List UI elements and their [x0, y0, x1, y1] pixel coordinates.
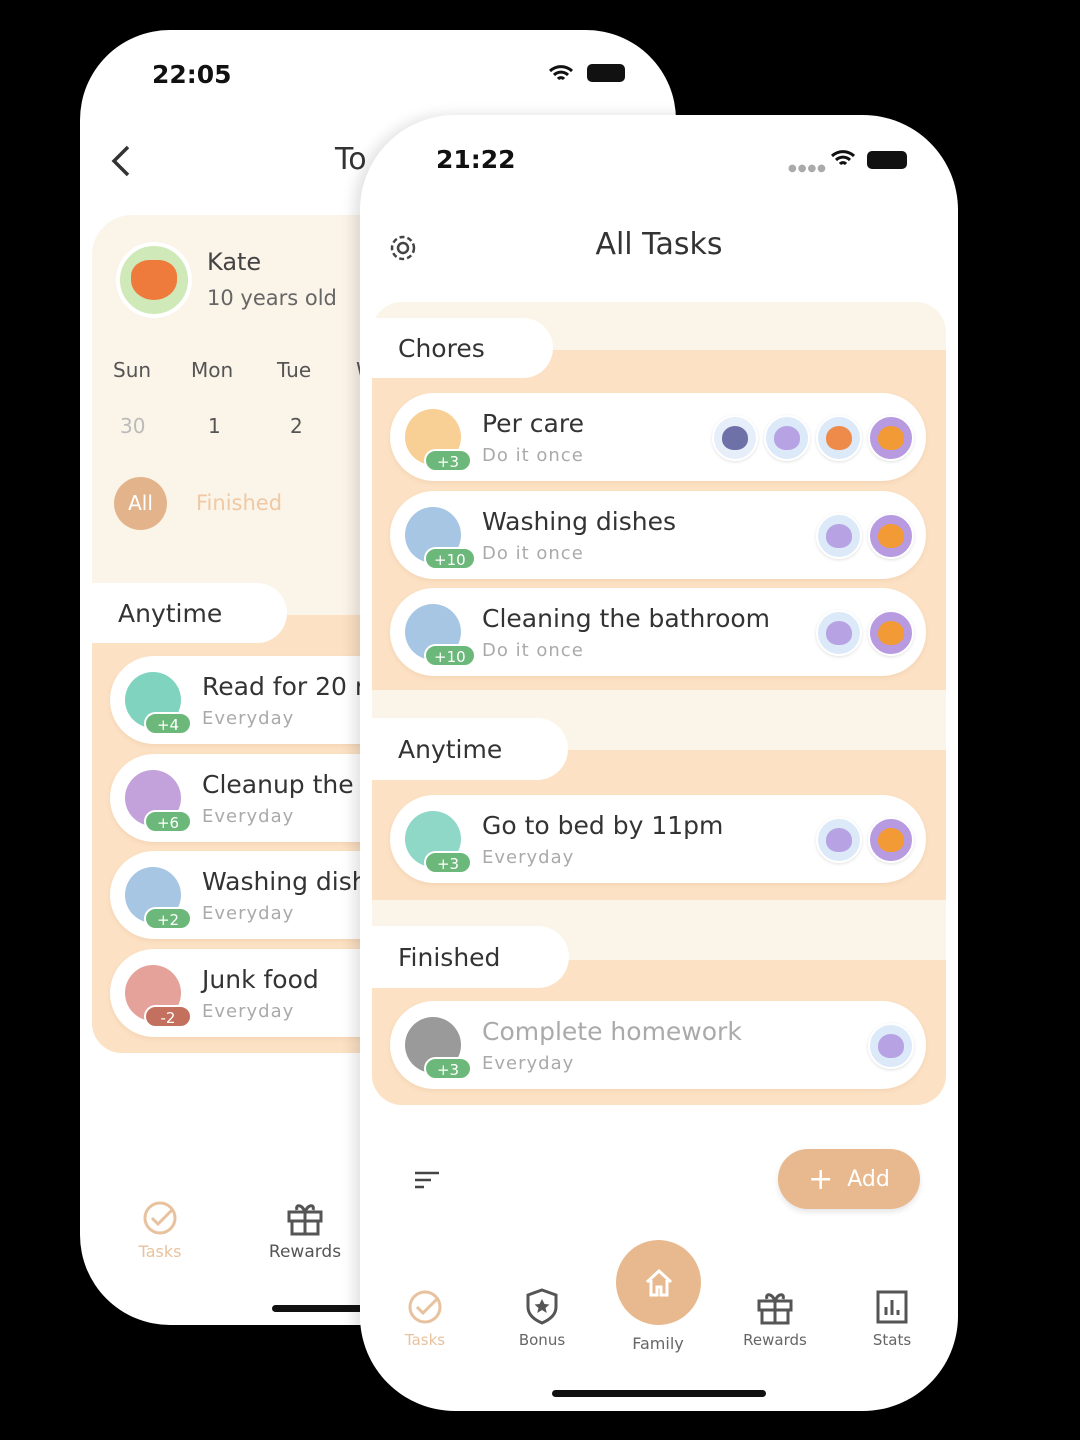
sort-icon[interactable] [414, 1171, 440, 1193]
page-title: To [335, 142, 367, 177]
task-frequency: Everyday [202, 1000, 295, 1022]
nav-rewards[interactable]: Rewards [260, 1200, 350, 1262]
back-arrow-icon[interactable] [110, 144, 134, 182]
battery-icon [587, 64, 625, 82]
task-frequency: Do it once [482, 445, 584, 466]
task-card[interactable]: +3 Per care Do it once [390, 393, 926, 481]
wifi-icon [548, 64, 574, 88]
nav-tasks-label: Tasks [404, 1331, 446, 1349]
task-title: Washing dishes [482, 506, 677, 536]
task-card[interactable]: +10 Washing dishes Do it once [390, 490, 926, 579]
avatar-tiger[interactable] [868, 512, 914, 559]
task-frequency: Everyday [202, 805, 295, 827]
nav-bonus-label: Bonus [518, 1331, 566, 1349]
points-badge: -2 [144, 1004, 192, 1028]
task-frequency: Do it once [482, 640, 584, 661]
page-title: All Tasks [595, 227, 723, 262]
date-1[interactable]: 1 [208, 414, 221, 438]
task-card[interactable]: +3 Complete homework Everyday [390, 1001, 926, 1089]
task-title: Read for 20 m [202, 672, 380, 701]
nav-rewards-label: Rewards [268, 1242, 342, 1262]
section-anytime: Anytime [92, 583, 287, 643]
shield-star-icon [526, 1288, 558, 1325]
section-chores: Chores [372, 318, 553, 378]
nav-family-label: Family [632, 1334, 684, 1353]
avatar-hippo[interactable] [816, 610, 862, 656]
filter-all[interactable]: All [114, 477, 167, 530]
bar-chart-icon [876, 1290, 908, 1324]
day-mon[interactable]: Mon [191, 358, 233, 382]
home-icon [645, 1268, 672, 1296]
task-card[interactable]: +10 Cleaning the bathroom Do it once [390, 588, 926, 676]
task-card[interactable]: +3 Go to bed by 11pm Everyday [390, 795, 926, 883]
task-frequency: Everyday [482, 847, 575, 868]
nav-tasks-label: Tasks [138, 1242, 182, 1261]
profile-name: Kate [207, 248, 262, 276]
avatar-koala[interactable] [712, 415, 758, 461]
nav-rewards-label: Rewards [743, 1331, 807, 1349]
avatar-hippo[interactable] [816, 512, 862, 559]
points-badge: +3 [424, 1057, 472, 1080]
task-title: Complete homework [482, 1017, 742, 1046]
nav-family[interactable]: Family [613, 1334, 703, 1353]
avatar-hippo[interactable] [764, 415, 810, 461]
avatar-hippo[interactable] [868, 1023, 914, 1069]
points-badge: +10 [424, 644, 476, 667]
points-badge: +2 [144, 907, 192, 930]
task-frequency: Everyday [482, 1053, 575, 1074]
task-title: Per care [482, 409, 584, 438]
task-frequency: Everyday [202, 708, 295, 729]
check-circle-icon [408, 1290, 442, 1324]
battery-icon [867, 151, 907, 169]
points-badge: +6 [144, 809, 192, 833]
profile-age: 10 years old [207, 286, 337, 310]
wifi-icon [830, 149, 856, 173]
avatar-tiger[interactable] [868, 817, 914, 863]
nav-stats-label: Stats [872, 1331, 912, 1349]
section-anytime: Anytime [372, 718, 568, 780]
home-indicator [552, 1390, 766, 1397]
section-finished: Finished [372, 926, 569, 988]
avatar-tiger[interactable] [868, 415, 914, 461]
task-title: Cleaning the bathroom [482, 604, 771, 633]
nav-bonus[interactable]: Bonus [497, 1287, 587, 1349]
task-frequency: Everyday [202, 903, 295, 924]
task-title: Washing dish [202, 867, 368, 896]
gift-icon [757, 1293, 793, 1325]
points-badge: +3 [424, 851, 472, 874]
day-sun[interactable]: Sun [113, 358, 151, 382]
points-badge: +10 [424, 546, 476, 570]
task-frequency: Do it once [482, 542, 584, 564]
task-title: Go to bed by 11pm [482, 811, 724, 840]
avatar-hippo[interactable] [816, 817, 862, 863]
day-tue[interactable]: Tue [277, 358, 311, 382]
nav-rewards[interactable]: Rewards [730, 1289, 820, 1349]
signal-dots-icon: ●●●● [788, 163, 827, 174]
points-badge: +4 [144, 712, 192, 735]
plus-icon: + [808, 1161, 834, 1197]
task-title: Cleanup the l [202, 769, 369, 799]
gift-icon [287, 1204, 323, 1236]
check-circle-icon [143, 1201, 177, 1235]
avatar-fox[interactable] [116, 242, 192, 318]
add-task-button[interactable]: + Add [778, 1149, 920, 1209]
front-phone-screen: 21:22 ●●●● All Tasks Chores Anytime Fini… [360, 115, 958, 1411]
family-home-button[interactable] [616, 1240, 701, 1325]
avatar-tiger[interactable] [868, 610, 914, 656]
avatar-deer[interactable] [816, 415, 862, 461]
status-time: 21:22 [436, 145, 516, 174]
points-badge: +3 [424, 449, 472, 472]
add-label: Add [847, 1166, 890, 1192]
date-30[interactable]: 30 [120, 414, 145, 438]
nav-tasks[interactable]: Tasks [115, 1200, 205, 1261]
filter-finished[interactable]: Finished [196, 491, 282, 515]
nav-stats[interactable]: Stats [847, 1289, 937, 1349]
status-time: 22:05 [152, 60, 232, 89]
date-2[interactable]: 2 [290, 414, 303, 438]
task-title: Junk food [202, 964, 319, 994]
nav-tasks[interactable]: Tasks [380, 1289, 470, 1349]
